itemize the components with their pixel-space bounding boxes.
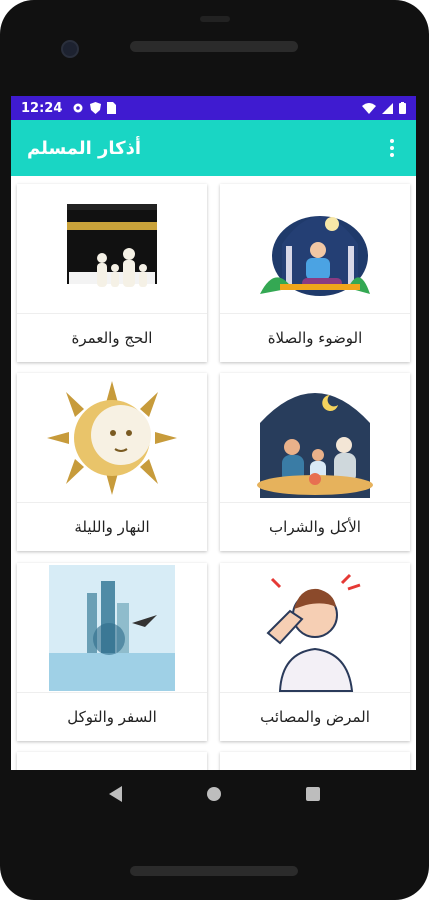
back-icon[interactable]	[109, 786, 122, 802]
category-card-partial[interactable]	[220, 751, 410, 770]
phone-frame: 12:24 أذكار المسلم الحج والعمرة الوضوء و…	[0, 0, 429, 900]
category-card-travel[interactable]: السفر والتوكل	[17, 562, 207, 741]
mosque-prayer-icon	[220, 184, 410, 314]
family-eating-icon	[220, 373, 410, 504]
sim-card-icon	[107, 102, 117, 114]
category-card-hajj[interactable]: الحج والعمرة	[17, 184, 207, 362]
wifi-icon	[362, 102, 376, 114]
recents-icon[interactable]	[306, 787, 320, 801]
signal-icon	[382, 102, 393, 114]
category-label: الحج والعمرة	[17, 313, 207, 362]
sun-moon-icon	[17, 373, 207, 504]
sick-person-icon	[220, 562, 410, 693]
category-grid: الحج والعمرة الوضوء والصلاة النهار واللي…	[11, 176, 416, 770]
category-card-eating[interactable]: الأكل والشراب	[220, 373, 410, 552]
status-time: 12:24	[21, 100, 63, 116]
more-vert-icon[interactable]	[380, 133, 404, 163]
category-card-illness[interactable]: المرض والمصائب	[220, 562, 410, 741]
category-label: الأكل والشراب	[220, 502, 410, 551]
shield-icon	[90, 102, 102, 114]
status-bar: 12:24	[11, 96, 416, 120]
front-camera	[61, 40, 79, 58]
settings-icon	[73, 103, 83, 113]
bottom-speaker	[130, 866, 298, 876]
screen: 12:24 أذكار المسلم الحج والعمرة الوضوء و…	[11, 96, 416, 770]
kaaba-icon	[17, 184, 207, 314]
earpiece-speaker	[130, 41, 298, 52]
category-card-partial[interactable]	[17, 751, 207, 770]
app-bar: أذكار المسلم	[11, 120, 416, 176]
category-card-day-night[interactable]: النهار والليلة	[17, 373, 207, 552]
home-icon[interactable]	[207, 787, 221, 801]
battery-icon	[399, 102, 406, 114]
category-label: المرض والمصائب	[220, 691, 410, 741]
category-label: السفر والتوكل	[17, 691, 207, 741]
sensor	[200, 16, 230, 22]
system-nav-bar	[0, 770, 429, 818]
category-label: النهار والليلة	[17, 502, 207, 551]
category-label: الوضوء والصلاة	[220, 313, 410, 362]
app-title: أذكار المسلم	[27, 137, 142, 159]
travel-city-icon	[17, 562, 207, 693]
category-card-prayer[interactable]: الوضوء والصلاة	[220, 184, 410, 362]
